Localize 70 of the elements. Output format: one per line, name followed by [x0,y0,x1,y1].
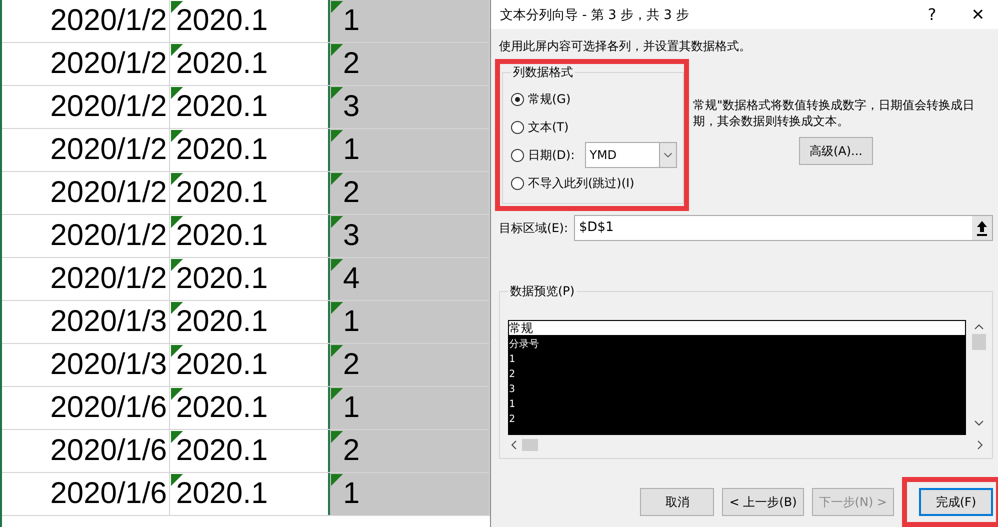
radio-option[interactable]: 常规(G) [511,90,571,108]
radio-option[interactable]: 日期(D): [511,146,575,164]
table-cell: 2020.1 [176,176,268,209]
error-indicator-icon [331,345,343,357]
date-format-dropdown[interactable]: YMD [584,142,677,168]
field-label: 目标区域(E): [499,220,568,236]
table-cell: 3 [343,219,360,252]
table-cell: 2020.1 [176,262,268,295]
error-indicator-icon [331,216,343,228]
table-cell: 2020.1 [176,90,268,123]
table-cell: 2020.1 [176,434,268,467]
table-cell: 2020.1 [176,305,268,338]
table-cell: 2020/1/2 [2,0,170,42]
table-cell: 2020.1 [176,133,268,166]
collapse-dialog-icon[interactable] [972,216,992,240]
dialog-button[interactable]: 取消 [640,488,714,516]
preview-column[interactable]: 分录号 1 2 3 1 2 [509,337,965,434]
error-indicator-icon [331,474,343,486]
table-cell: 2020.1 [176,4,268,37]
group-title: 数据预览(P) [509,283,576,300]
table-cell: 2020/1/3 [2,301,170,343]
table-cell: 2020/1/2 [2,258,170,300]
group-title: 列数据格式 [512,64,574,81]
table-cell: 2020/1/2 [2,172,170,214]
error-indicator-icon [331,1,343,13]
table-cell: 2020.1 [176,47,268,80]
destination-field[interactable]: $D$1 [574,215,993,241]
hint-text: 常规"数据格式将数值转换成数字，日期值会转换成日 期，其余数据则转换成文本。 [693,97,975,129]
table-cell: 2 [343,176,360,209]
error-indicator-icon [331,259,343,271]
table-cell: 2020/1/6 [2,387,170,429]
error-indicator-icon [331,87,343,99]
table-cell: 1 [343,4,360,37]
error-indicator-icon [331,388,343,400]
table-cell: 1 [343,477,360,510]
advanced-button[interactable]: 高级(A)... [799,137,873,165]
error-indicator-icon [331,302,343,314]
table-cell: 4 [343,262,360,295]
error-indicator-icon [331,130,343,142]
radio-option[interactable]: 文本(T) [511,118,569,136]
table-cell: 2 [343,47,360,80]
dialog-button[interactable]: < 上一步(B) [722,488,804,516]
table-cell: 2020/1/2 [2,43,170,85]
table-cell: 2020/1/2 [2,129,170,171]
table-cell: 2020/1/2 [2,86,170,128]
table-cell: 2020/1/6 [2,430,170,472]
column-header: 常规 [509,321,965,337]
error-indicator-icon [331,173,343,185]
table-cell: 2020.1 [176,348,268,381]
dialog-button[interactable]: 完成(F) [919,488,993,516]
table-cell: 2020.1 [176,219,268,252]
instruction-text: 使用此屏内容可选择各列，并设置其数据格式。 [499,38,752,55]
chevron-down-icon [658,143,676,167]
table-cell: 2020.1 [176,477,268,510]
table-cell: 2020/1/3 [2,344,170,386]
radio-option[interactable]: 不导入此列(跳过)(I) [511,174,634,192]
close-button[interactable]: ✕ [955,5,998,24]
table-cell: 1 [343,305,360,338]
error-indicator-icon [331,44,343,56]
table-cell: 2020/1/6 [2,473,170,515]
table-cell: 2 [343,348,360,381]
table-cell: 2 [343,434,360,467]
table-cell: 1 [343,391,360,424]
error-indicator-icon [331,431,343,443]
window-title: 文本分列向导 - 第 3 步，共 3 步 [500,6,690,24]
table-cell: 2020/1/2 [2,215,170,257]
help-button[interactable]: ? [909,5,955,24]
table-cell: 2020.1 [176,391,268,424]
table-cell: 1 [343,133,360,166]
table-cell: 3 [343,90,360,123]
